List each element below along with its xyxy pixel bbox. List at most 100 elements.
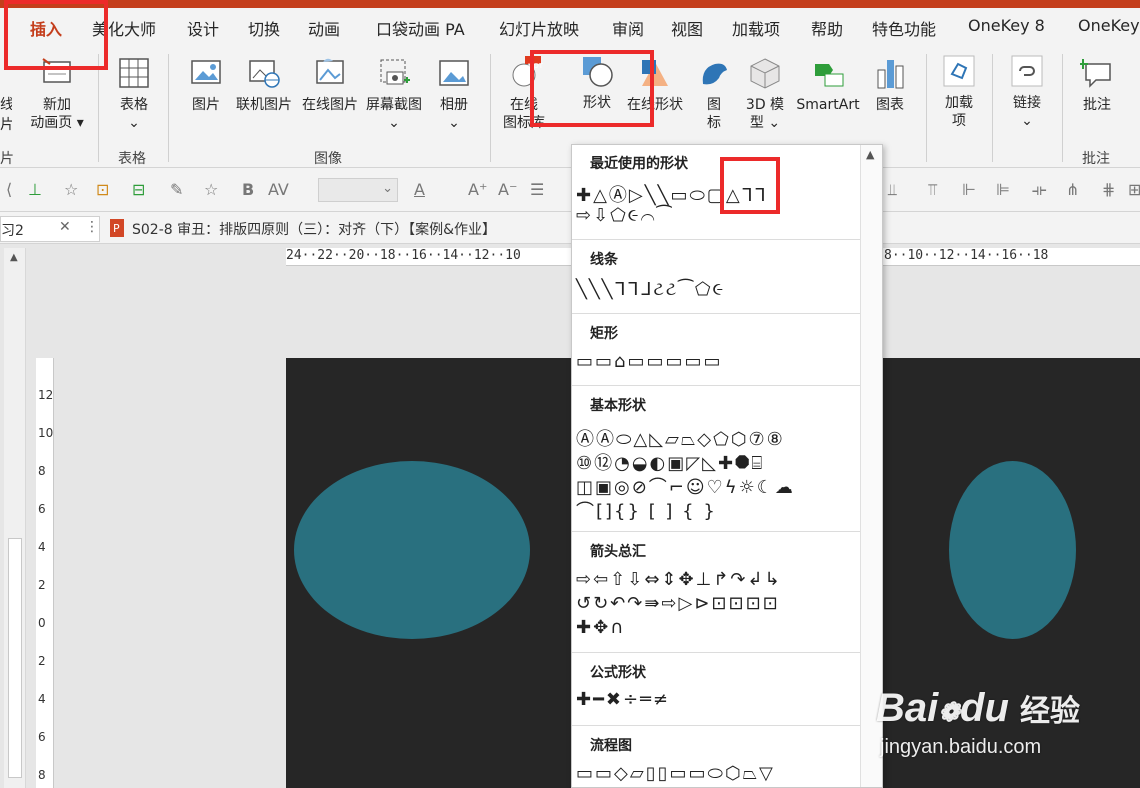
document-tab-previous[interactable]: 习2 ✕ ⋮ (0, 216, 100, 242)
align-distribute-icon[interactable]: ⟨ (6, 180, 12, 199)
scroll-up-icon[interactable]: ▲ (866, 148, 874, 161)
group-label-tables: 表格 (118, 151, 146, 167)
present-icon[interactable]: ⊟ (132, 180, 145, 199)
more-options-icon[interactable]: ⋮ (85, 219, 99, 235)
tab-animations[interactable]: 动画 (308, 16, 340, 40)
align-left-icon[interactable]: ⊫ (996, 180, 1010, 199)
vruler-mark: 4 (38, 692, 46, 706)
vruler-mark: 2 (38, 578, 46, 592)
icons-button[interactable]: 图 标 (694, 56, 734, 132)
divider (572, 725, 860, 726)
align-center-icon[interactable]: ⟛ (1032, 180, 1047, 200)
tab-addins[interactable]: 加载项 (732, 16, 780, 40)
align-bottom-icon[interactable]: ⫫ (888, 180, 897, 200)
basic-shapes-row-3[interactable]: ◫▣◎⊘⌒⌐☺♡ϟ☼☾☁ (576, 473, 795, 499)
vruler-mark: 12 (38, 388, 54, 402)
distribute-vertical-icon[interactable]: ⋔ (1066, 180, 1079, 199)
scrollbar-thumb[interactable] (8, 538, 22, 778)
ribbon-partial-left-2[interactable]: 片 (0, 116, 12, 134)
3d-model-label-1: 3D 模 (745, 97, 785, 113)
section-rectangles: 矩形 (590, 326, 618, 342)
distribute-horizontal-icon[interactable]: ⊩ (962, 180, 976, 199)
tab-review[interactable]: 审阅 (612, 16, 644, 40)
arrows-row-2[interactable]: ↺↻↶↷⇛⇨▷⊳⊡⊡⊡⊡ (576, 593, 780, 614)
scroll-up-icon[interactable]: ▲ (10, 252, 18, 263)
online-picture-button[interactable]: 在线图片 (298, 56, 362, 114)
font-size-select[interactable]: ⌄ (318, 178, 398, 202)
addins-label-2: 项 (952, 113, 966, 129)
ruler-left-marks: 24··22··20··18··16··14··12··10 (286, 248, 521, 263)
vruler-mark: 0 (38, 616, 46, 630)
vruler-mark: 6 (38, 502, 46, 516)
icons-label-1: 图 (707, 97, 721, 113)
tab-pocket-animation[interactable]: 口袋动画 PA (376, 16, 465, 40)
increase-font-icon[interactable]: A⁺ (468, 180, 487, 199)
tab-onekey-8[interactable]: OneKey 8 (968, 16, 1045, 35)
equation-shapes-row[interactable]: ✚━✖÷═≠ (576, 689, 670, 710)
chevron-down-icon: ▾ (76, 115, 84, 131)
ellipse-shape-left[interactable] (294, 461, 530, 639)
ellipse-shape-right[interactable] (949, 461, 1076, 639)
ribbon-partial-left-1[interactable]: 线 (0, 96, 12, 114)
addins-button[interactable]: 加载 项 (936, 54, 982, 130)
format-painter-icon[interactable]: ✎ (170, 180, 183, 199)
lines-row[interactable]: ╲╲╲ᒣᒣᒧટટ⁀⬠૯ (576, 279, 725, 300)
link-button[interactable]: 链接 ⌄ (1004, 54, 1050, 130)
chart-button[interactable]: 图表 (868, 56, 912, 114)
tab-design[interactable]: 设计 (187, 16, 219, 40)
tab-slideshow[interactable]: 幻灯片放映 (499, 16, 579, 40)
divider (572, 531, 860, 532)
align-middle-icon[interactable]: ⋕ (1102, 180, 1115, 199)
title-bar-edge (0, 0, 1140, 8)
smartart-button[interactable]: SmartArt (794, 56, 862, 114)
tab-help[interactable]: 帮助 (811, 16, 843, 40)
3d-model-label-2: 型 (749, 115, 764, 131)
arrows-row-1[interactable]: ⇨⇦⇧⇩⇔⇕✥⊥↱↷↲↳ (576, 569, 782, 590)
addins-icon (943, 55, 975, 87)
new-slide-label-2: 动画页 (30, 115, 73, 131)
comment-button[interactable]: 批注 (1074, 56, 1120, 114)
ruler-align-icon[interactable]: ⊥ (28, 180, 42, 199)
comment-icon (1080, 59, 1111, 88)
flowchart-row[interactable]: ▭▭◇▱▯▯▭▭⬭⬡⏢▽ (576, 763, 775, 784)
more-align-icon[interactable]: ⊞ (1128, 180, 1140, 199)
select-pane-icon[interactable]: ⊡ (96, 180, 109, 199)
tab-view[interactable]: 视图 (671, 16, 703, 40)
rectangles-row[interactable]: ▭▭⌂▭▭▭▭▭ (576, 351, 722, 372)
basic-shapes-row-4[interactable]: ⌒[]{} [ ] { } (576, 497, 717, 523)
close-icon[interactable]: ✕ (59, 219, 71, 235)
powerpoint-window: 插入 美化大师 设计 切换 动画 口袋动画 PA 幻灯片放映 审阅 视图 加载项… (0, 0, 1140, 788)
ribbon-tab-bar: 插入 美化大师 设计 切换 动画 口袋动画 PA 幻灯片放映 审阅 视图 加载项… (0, 8, 1140, 53)
recent-shapes-row-2[interactable]: ⇨⇩⬠૯⌒⁀ (576, 205, 673, 226)
tab-onekey[interactable]: OneKey (1078, 16, 1140, 35)
basic-shapes-row-2[interactable]: ⑩⑫◔◒◐▣◸◺✚⯃⌸ (576, 449, 764, 475)
ruler-right-marks: 8··10··12··14··16··18 (884, 248, 1049, 263)
slide-panel-scrollbar[interactable]: ▲ (4, 248, 26, 788)
bold-button[interactable]: B (242, 180, 254, 199)
link-label: 链接 (1013, 95, 1041, 111)
divider (572, 313, 860, 314)
watermark-url: jingyan.baidu.com (880, 736, 1042, 758)
album-button[interactable]: 相册 ⌄ (432, 56, 476, 132)
favorite-star-icon[interactable]: ☆ (204, 180, 218, 199)
tab-transitions[interactable]: 切换 (248, 16, 280, 40)
chevron-down-icon: ⌄ (768, 115, 781, 131)
table-button[interactable]: 表格 ⌄ (110, 56, 158, 132)
document-title: S02-8 审丑：排版四原则（三）：对齐（下）【案例&作业】 (132, 222, 497, 238)
paw-icon: ❁ (938, 697, 961, 727)
smartart-label: SmartArt (796, 97, 860, 113)
star-outline-icon[interactable]: ☆ (64, 180, 78, 199)
3d-model-button[interactable]: 3D 模 型 ⌄ (742, 56, 788, 132)
picture-button[interactable]: 图片 (184, 56, 228, 114)
screenshot-button[interactable]: 屏幕截图 ⌄ (362, 56, 426, 132)
font-color-button[interactable]: A (414, 180, 425, 199)
section-flowchart: 流程图 (590, 738, 632, 754)
tab-special-features[interactable]: 特色功能 (872, 16, 936, 40)
character-spacing-button[interactable]: AV (268, 180, 289, 199)
arrows-row-3[interactable]: ✚✥∩ (576, 617, 625, 638)
linked-online-picture-button[interactable]: 联机图片 (232, 56, 296, 114)
basic-shapes-row-1[interactable]: ⒶⒶ⬭△◺▱⏢◇⬠⬡⑦⑧ (576, 425, 785, 451)
line-spacing-icon[interactable]: ☰ (530, 180, 544, 199)
decrease-font-icon[interactable]: A⁻ (498, 180, 517, 199)
align-top-icon[interactable]: ⫪ (928, 180, 937, 200)
